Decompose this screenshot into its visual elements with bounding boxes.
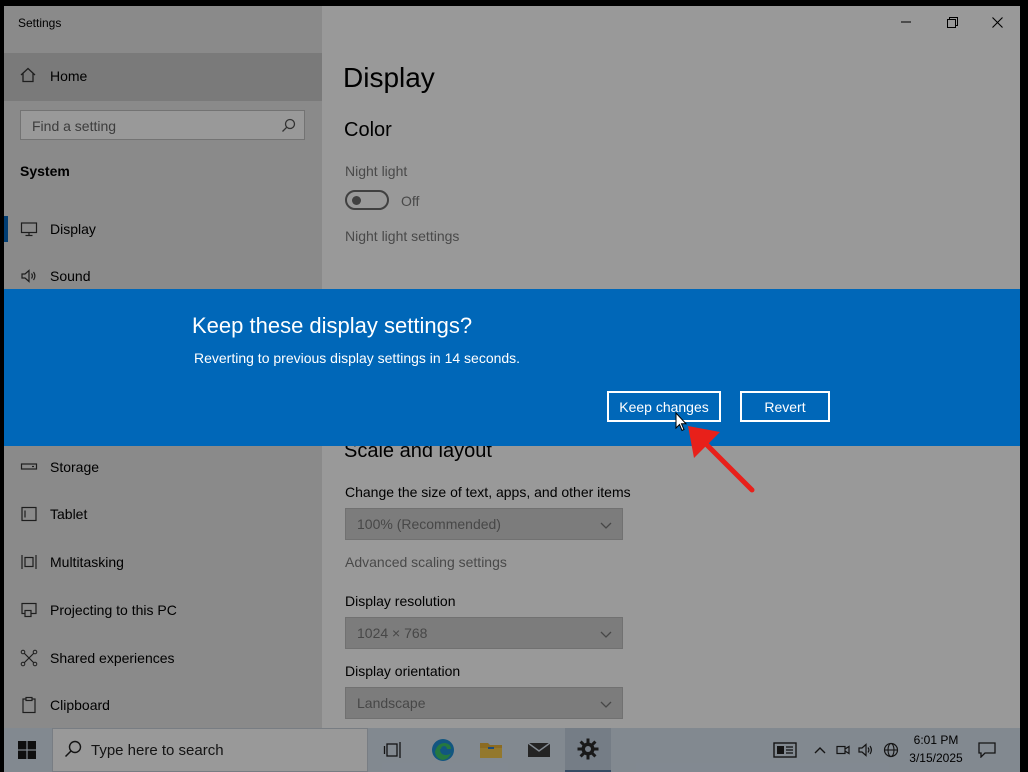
start-button[interactable] bbox=[4, 728, 50, 772]
windows-logo-icon bbox=[18, 741, 36, 759]
sidebar-item-shared-experiences[interactable]: Shared experiences bbox=[4, 636, 322, 680]
find-setting-placeholder: Find a setting bbox=[32, 118, 117, 134]
news-icon bbox=[773, 742, 797, 758]
window-title: Settings bbox=[18, 16, 62, 30]
chevron-down-icon bbox=[600, 697, 612, 715]
night-light-settings-link[interactable]: Night light settings bbox=[345, 228, 459, 244]
night-light-state: Off bbox=[401, 193, 420, 209]
edge-app[interactable] bbox=[420, 728, 466, 772]
chevron-down-icon bbox=[600, 518, 612, 536]
restore-button[interactable] bbox=[929, 6, 975, 38]
sidebar-item-label: Sound bbox=[50, 268, 91, 284]
resolution-value: 1024 × 768 bbox=[357, 625, 428, 641]
camera-icon bbox=[836, 745, 850, 755]
storage-icon bbox=[20, 458, 38, 476]
sidebar-item-label: Storage bbox=[50, 459, 100, 475]
home-icon bbox=[20, 67, 36, 88]
search-icon bbox=[281, 118, 296, 138]
sidebar-item-label: Multitasking bbox=[50, 554, 124, 570]
taskbar-search-placeholder: Type here to search bbox=[91, 742, 224, 759]
scale-value: 100% (Recommended) bbox=[357, 516, 501, 532]
sidebar-item-multitasking[interactable]: Multitasking bbox=[4, 540, 322, 584]
file-explorer-app[interactable] bbox=[468, 728, 514, 772]
chevron-down-icon bbox=[600, 627, 612, 645]
orientation-value: Landscape bbox=[357, 695, 426, 711]
dialog-message: Reverting to previous display settings i… bbox=[194, 350, 521, 366]
task-view-icon bbox=[383, 742, 401, 758]
volume-button[interactable] bbox=[856, 728, 876, 772]
tablet-icon bbox=[20, 505, 38, 523]
folder-icon bbox=[480, 743, 502, 758]
sidebar-item-label: Display bbox=[50, 221, 96, 237]
keep-display-settings-dialog: Keep these display settings? Reverting t… bbox=[4, 289, 1020, 446]
notifications-button[interactable] bbox=[972, 728, 1002, 772]
minimize-button[interactable] bbox=[883, 6, 929, 38]
resolution-dropdown[interactable]: 1024 × 768 bbox=[345, 617, 623, 649]
sidebar-item-projecting[interactable]: Projecting to this PC bbox=[4, 588, 322, 632]
sidebar-item-storage[interactable]: Storage bbox=[4, 445, 322, 489]
search-icon bbox=[64, 740, 82, 763]
dialog-title: Keep these display settings? bbox=[192, 313, 473, 338]
volume-icon bbox=[858, 743, 872, 757]
news-widget-button[interactable] bbox=[768, 728, 802, 772]
sidebar-item-label: Projecting to this PC bbox=[50, 602, 177, 618]
network-button[interactable] bbox=[880, 728, 902, 772]
notification-icon bbox=[978, 742, 996, 758]
orientation-label: Display orientation bbox=[345, 663, 461, 679]
mail-app[interactable] bbox=[516, 728, 562, 772]
page-title: Display bbox=[343, 62, 435, 93]
monitor-icon bbox=[20, 220, 38, 238]
taskbar-clock-date[interactable]: 3/15/2025 bbox=[906, 751, 966, 765]
advanced-scaling-link[interactable]: Advanced scaling settings bbox=[345, 554, 507, 570]
home-nav-item[interactable]: Home bbox=[4, 53, 322, 101]
orientation-dropdown[interactable]: Landscape bbox=[345, 687, 623, 719]
task-view-button[interactable] bbox=[370, 728, 416, 772]
scale-dropdown[interactable]: 100% (Recommended) bbox=[345, 508, 623, 540]
edge-icon bbox=[432, 739, 454, 761]
globe-icon bbox=[883, 742, 899, 758]
taskbar-search[interactable]: Type here to search bbox=[52, 728, 368, 772]
resolution-label: Display resolution bbox=[345, 593, 456, 609]
mail-icon bbox=[527, 742, 551, 757]
toggle-knob bbox=[352, 196, 361, 205]
sidebar-item-label: Clipboard bbox=[50, 697, 110, 713]
settings-app[interactable] bbox=[565, 728, 611, 772]
sidebar-section-title: System bbox=[20, 163, 70, 179]
speaker-icon bbox=[20, 267, 38, 285]
night-light-toggle[interactable] bbox=[345, 190, 389, 210]
red-arrow-icon bbox=[680, 418, 760, 503]
sidebar-item-tablet[interactable]: Tablet bbox=[4, 492, 322, 536]
sidebar-item-clipboard[interactable]: Clipboard bbox=[4, 683, 322, 727]
taskbar: Type here to search 6:01 PM 3/15/2025 bbox=[4, 728, 1020, 772]
show-hidden-icons-button[interactable] bbox=[810, 728, 830, 772]
find-setting-input[interactable]: Find a setting bbox=[20, 110, 305, 140]
color-heading: Color bbox=[344, 119, 392, 141]
sidebar-item-label: Shared experiences bbox=[50, 650, 175, 666]
home-label: Home bbox=[50, 68, 88, 84]
meet-now-button[interactable] bbox=[834, 728, 852, 772]
chevron-up-icon bbox=[814, 747, 826, 754]
scale-label: Change the size of text, apps, and other… bbox=[345, 484, 631, 500]
close-button[interactable] bbox=[974, 6, 1020, 38]
sidebar-item-label: Tablet bbox=[50, 506, 88, 522]
shared-icon bbox=[20, 649, 38, 667]
night-light-label: Night light bbox=[345, 163, 408, 179]
projecting-icon bbox=[20, 601, 38, 619]
clipboard-icon bbox=[20, 696, 38, 714]
gear-icon bbox=[577, 738, 599, 760]
sidebar-item-display[interactable]: Display bbox=[4, 207, 322, 251]
multitasking-icon bbox=[20, 553, 38, 571]
taskbar-clock-time[interactable]: 6:01 PM bbox=[906, 733, 966, 747]
